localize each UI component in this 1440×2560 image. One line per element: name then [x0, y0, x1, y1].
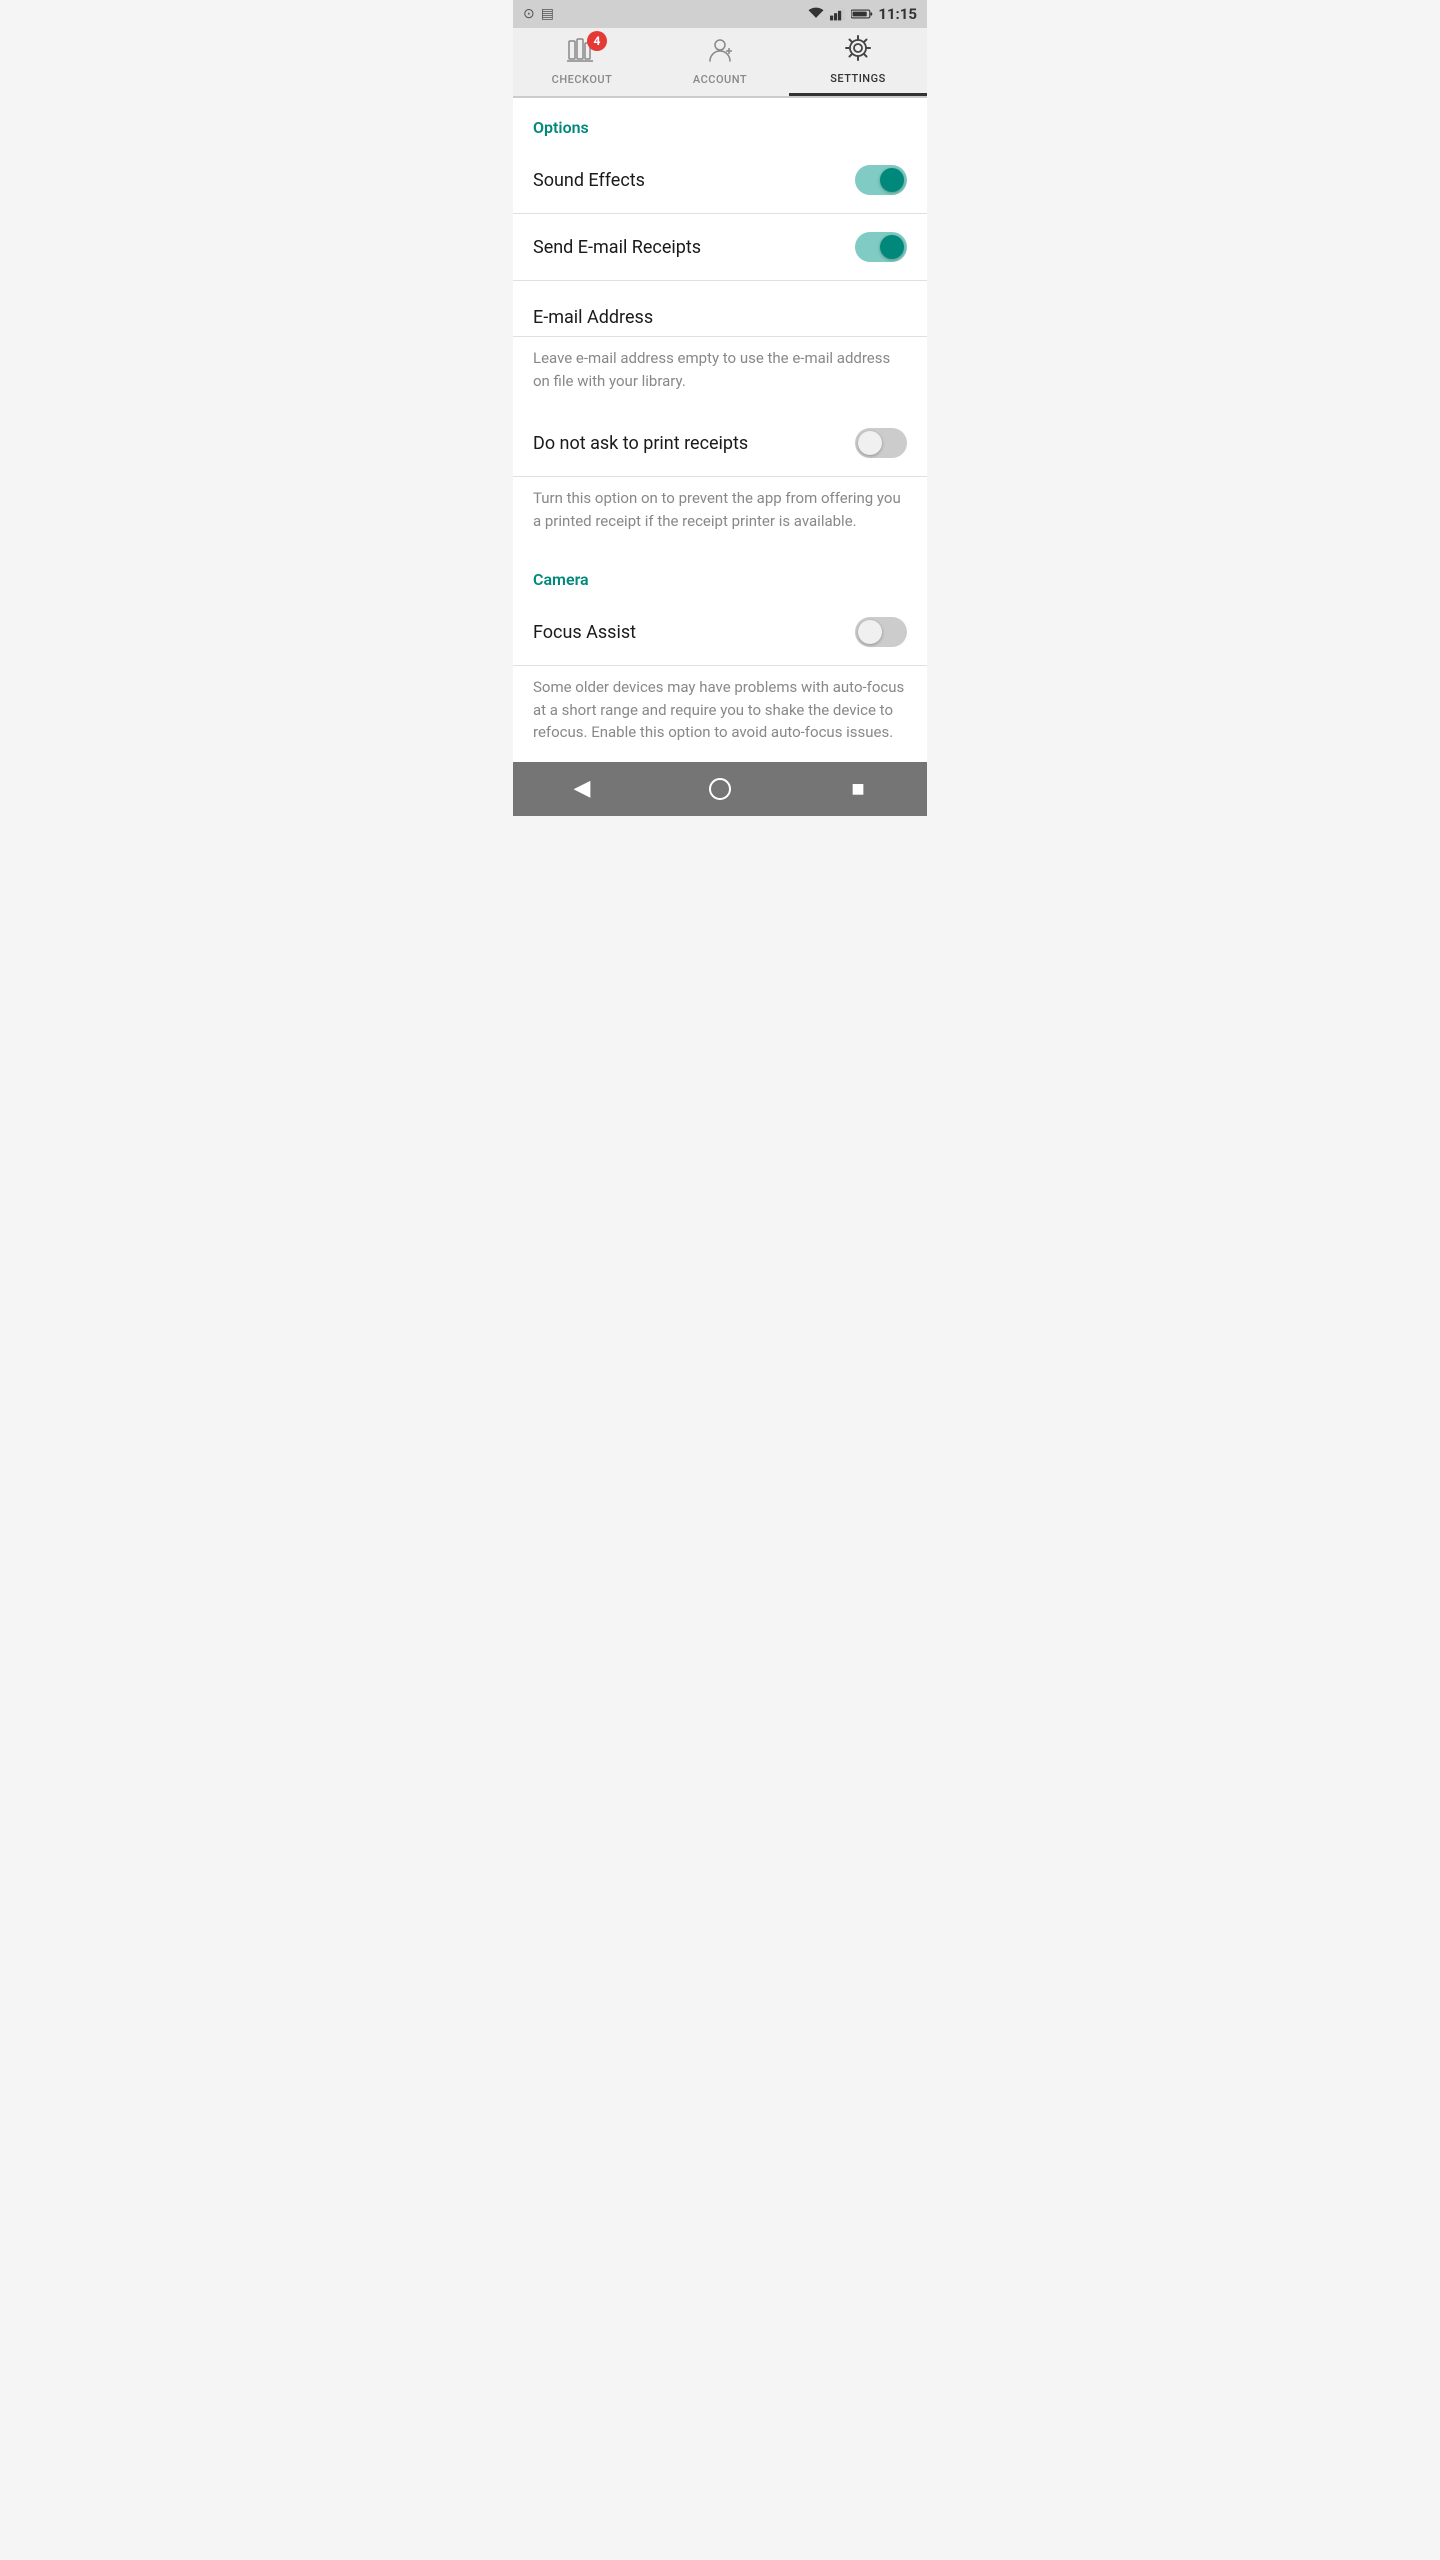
focus-assist-description: Some older devices may have problems wit…: [513, 666, 927, 762]
email-receipts-thumb: [880, 235, 904, 259]
email-receipts-row: Send E-mail Receipts: [513, 214, 927, 281]
email-address-section: E-mail Address: [513, 281, 927, 337]
focus-assist-label: Focus Assist: [533, 622, 636, 643]
tab-bar: 4 CHECKOUT ACCOUNT SETTINGS: [513, 28, 927, 98]
battery-icon: [851, 8, 873, 20]
bottom-nav: ◀ ■: [513, 762, 927, 816]
back-icon: ◀: [574, 776, 591, 801]
status-bar: ⊙ ▤ 11:15: [513, 0, 927, 28]
focus-assist-thumb: [858, 620, 882, 644]
back-button[interactable]: ◀: [557, 769, 607, 809]
focus-assist-row: Focus Assist: [513, 599, 927, 666]
signal-icon: [830, 7, 846, 21]
focus-assist-toggle[interactable]: [855, 617, 907, 647]
options-section: Options Sound Effects Send E-mail Receip…: [513, 98, 927, 550]
sound-effects-thumb: [880, 168, 904, 192]
no-print-receipts-row: Do not ask to print receipts: [513, 410, 927, 477]
checkout-icon: 4: [567, 37, 597, 69]
memory-icon: ▤: [541, 6, 554, 22]
status-bar-left: ⊙ ▤: [523, 6, 554, 22]
settings-icon: [844, 34, 872, 68]
recents-icon: ■: [851, 776, 864, 802]
email-address-label: E-mail Address: [533, 289, 907, 336]
no-print-receipts-toggle[interactable]: [855, 428, 907, 458]
checkout-badge: 4: [587, 31, 607, 51]
home-icon: [708, 777, 732, 801]
sound-effects-toggle[interactable]: [855, 165, 907, 195]
email-description: Leave e-mail address empty to use the e-…: [513, 337, 927, 410]
tab-settings[interactable]: SETTINGS: [789, 28, 927, 96]
no-print-receipts-label: Do not ask to print receipts: [533, 433, 748, 454]
sim-icon: ⊙: [523, 6, 535, 22]
checkout-label: CHECKOUT: [552, 73, 613, 86]
email-receipts-toggle[interactable]: [855, 232, 907, 262]
status-bar-right: 11:15: [807, 5, 917, 23]
no-print-receipts-thumb: [858, 431, 882, 455]
home-button[interactable]: [695, 769, 745, 809]
account-label: ACCOUNT: [693, 73, 747, 86]
wifi-icon: [807, 7, 825, 21]
tab-account[interactable]: ACCOUNT: [651, 28, 789, 96]
no-print-description: Turn this option on to prevent the app f…: [513, 477, 927, 550]
time-display: 11:15: [878, 5, 917, 23]
recents-button[interactable]: ■: [833, 769, 883, 809]
camera-section: Camera Focus Assist Some older devices m…: [513, 550, 927, 762]
sound-effects-row: Sound Effects: [513, 147, 927, 214]
sound-effects-label: Sound Effects: [533, 170, 645, 191]
settings-content: Options Sound Effects Send E-mail Receip…: [513, 98, 927, 762]
camera-header: Camera: [513, 550, 927, 599]
options-header: Options: [513, 98, 927, 147]
email-receipts-label: Send E-mail Receipts: [533, 237, 701, 258]
tab-checkout[interactable]: 4 CHECKOUT: [513, 28, 651, 96]
settings-label: SETTINGS: [830, 72, 886, 85]
account-icon: [706, 37, 734, 69]
